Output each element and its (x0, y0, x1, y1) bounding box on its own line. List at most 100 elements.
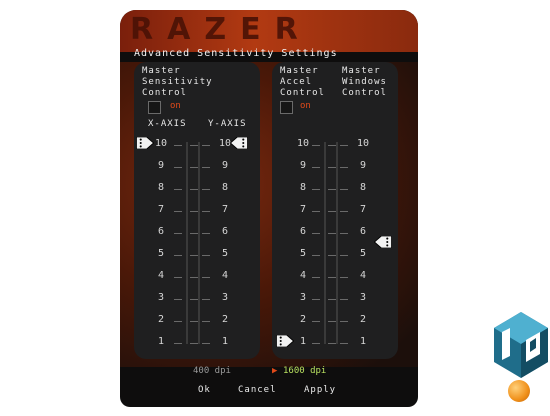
scale-tick (202, 189, 210, 190)
accel-scale-number: 6 (299, 226, 307, 237)
x-scale-number: 9 (157, 160, 165, 171)
accel-scale-number: 3 (299, 292, 307, 303)
orange-orb-icon (508, 380, 530, 402)
y-scale-number: 1 (221, 336, 229, 347)
scale-tick (202, 343, 210, 344)
scale-tick (328, 211, 336, 212)
scale-tick (190, 145, 198, 146)
accel-on-label: on (300, 101, 311, 111)
windows-scale-number: 1 (359, 336, 367, 347)
scale-tick (190, 167, 198, 168)
scale-tick (174, 233, 182, 234)
scale-tick (202, 299, 210, 300)
dpi-1600-option[interactable]: 1600 dpi (283, 366, 326, 376)
master-accel-header: Master Accel Control (280, 66, 325, 98)
accel-scale-number: 10 (296, 138, 310, 149)
slider-track[interactable] (336, 142, 338, 344)
windows-slider-handle[interactable] (374, 236, 392, 248)
accel-slider-handle[interactable] (276, 335, 294, 347)
y-axis-label: Y-AXIS (208, 119, 247, 129)
windows-scale-number: 8 (359, 182, 367, 193)
x-scale-number: 8 (157, 182, 165, 193)
scale-tick (174, 167, 182, 168)
scale-tick (174, 189, 182, 190)
accel-checkbox[interactable] (280, 101, 293, 114)
accel-scale-number: 2 (299, 314, 307, 325)
scale-tick (174, 211, 182, 212)
x-axis-label: X-AXIS (148, 119, 187, 129)
scale-tick (328, 189, 336, 190)
x-scale-number: 1 (157, 336, 165, 347)
dpi-400-option[interactable]: 400 dpi (193, 366, 231, 376)
x-scale-number: 2 (157, 314, 165, 325)
scale-tick (328, 233, 336, 234)
x-scale-number: 5 (157, 248, 165, 259)
scale-tick (202, 167, 210, 168)
scale-tick (340, 211, 348, 212)
windows-scale-number: 2 (359, 314, 367, 325)
scale-tick (190, 277, 198, 278)
scale-tick (312, 343, 320, 344)
x-scale-number: 6 (157, 226, 165, 237)
scale-tick (190, 211, 198, 212)
scale-tick (312, 255, 320, 256)
accel-scale-number: 1 (299, 336, 307, 347)
apply-button[interactable]: Apply (304, 385, 336, 395)
x-scale-number: 7 (157, 204, 165, 215)
cube-logo-icon (494, 312, 548, 378)
x-scale-number: 4 (157, 270, 165, 281)
y-scale-number: 5 (221, 248, 229, 259)
scale-tick (328, 321, 336, 322)
scale-tick (190, 299, 198, 300)
accel-scale-number: 4 (299, 270, 307, 281)
windows-scale-number: 7 (359, 204, 367, 215)
scale-tick (328, 299, 336, 300)
cancel-button[interactable]: Cancel (238, 385, 277, 395)
scale-tick (202, 277, 210, 278)
slider-track[interactable] (198, 142, 200, 344)
razer-logo: RAZER (130, 12, 312, 47)
scale-tick (312, 211, 320, 212)
accel-scale-number: 9 (299, 160, 307, 171)
window-title: Advanced Sensitivity Settings (134, 48, 338, 59)
y-scale-number: 4 (221, 270, 229, 281)
y-axis-slider-handle[interactable] (230, 137, 248, 149)
scale-tick (202, 233, 210, 234)
scale-tick (312, 321, 320, 322)
scale-tick (202, 321, 210, 322)
scale-tick (340, 233, 348, 234)
scale-tick (312, 233, 320, 234)
scale-tick (328, 145, 336, 146)
banner: RAZER (120, 10, 418, 52)
x-axis-slider-handle[interactable] (136, 137, 154, 149)
scale-tick (202, 211, 210, 212)
slider-track[interactable] (186, 142, 188, 344)
scale-tick (174, 343, 182, 344)
scale-tick (340, 167, 348, 168)
slider-track[interactable] (324, 142, 326, 344)
scale-tick (340, 145, 348, 146)
scale-tick (174, 299, 182, 300)
scale-tick (340, 299, 348, 300)
x-scale-number: 10 (154, 138, 168, 149)
accel-scale-number: 7 (299, 204, 307, 215)
x-scale-number: 3 (157, 292, 165, 303)
windows-scale-number: 10 (356, 138, 370, 149)
scale-tick (312, 145, 320, 146)
y-scale-number: 9 (221, 160, 229, 171)
scale-tick (312, 167, 320, 168)
scale-tick (202, 145, 210, 146)
scale-tick (340, 321, 348, 322)
accel-scale-number: 5 (299, 248, 307, 259)
scale-tick (312, 277, 320, 278)
y-scale-number: 8 (221, 182, 229, 193)
scale-tick (174, 255, 182, 256)
scale-tick (190, 321, 198, 322)
scale-tick (190, 343, 198, 344)
windows-scale-number: 5 (359, 248, 367, 259)
scale-tick (174, 277, 182, 278)
sensitivity-panel: Master Sensitivity Control on X-AXIS Y-A… (134, 62, 260, 359)
scale-tick (340, 255, 348, 256)
sensitivity-checkbox[interactable] (148, 101, 161, 114)
ok-button[interactable]: Ok (198, 385, 211, 395)
